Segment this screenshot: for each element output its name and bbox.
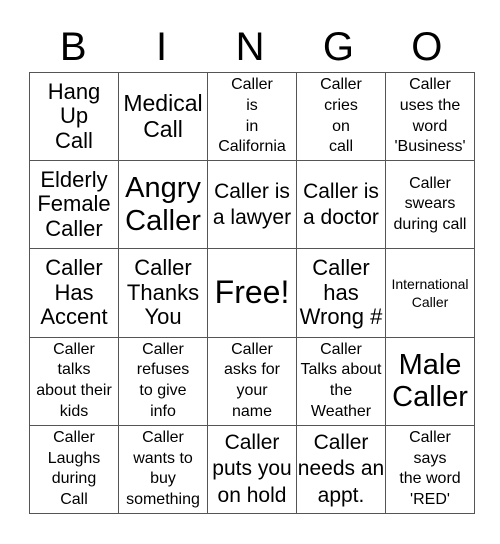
bingo-cell[interactable]: Caller talks about their kids	[29, 336, 119, 426]
bingo-cell[interactable]: Caller Has Accent	[29, 248, 119, 338]
bingo-cell[interactable]: Caller refuses to give info	[118, 336, 208, 426]
bingo-cell-text: Caller wants to buy something	[126, 428, 200, 509]
bingo-cell-text: Caller cries on call	[320, 76, 362, 156]
bingo-cell[interactable]: Caller needs an appt.	[296, 424, 386, 515]
bingo-cell-text: Caller Has Accent	[40, 255, 108, 330]
header-letter-i: I	[156, 25, 168, 69]
bingo-cell-text: Caller Laughs during Call	[47, 428, 101, 509]
bingo-cell[interactable]: Caller cries on call	[296, 71, 386, 162]
bingo-cell-text: Free!	[214, 274, 290, 311]
bingo-cell-text: Caller is a doctor	[303, 179, 379, 229]
grid-row: Elderly Female Caller Angry Caller Caller …	[29, 160, 475, 250]
grid-row: Caller Laughs during Call Caller wants to…	[29, 424, 475, 515]
bingo-cell-text: Caller needs an appt.	[297, 431, 385, 507]
bingo-cell-text: Caller Talks about the Weather	[300, 340, 382, 420]
grid-row: Caller Has Accent Caller Thanks You Free! C…	[29, 248, 475, 338]
bingo-cell-text: Medical Call	[123, 89, 203, 142]
bingo-cell[interactable]: Caller uses the word 'Business'	[385, 71, 475, 162]
bingo-cell[interactable]: Angry Caller	[118, 160, 208, 250]
bingo-cell-text: Caller has Wrong #	[299, 255, 383, 330]
bingo-cell-text: Caller swears during call	[393, 174, 467, 234]
bingo-cell-text: Caller talks about their kids	[36, 340, 112, 420]
bingo-cell[interactable]: International Caller	[385, 248, 475, 338]
bingo-cell[interactable]: Caller says the word 'RED'	[385, 424, 475, 515]
bingo-cell[interactable]: Caller asks for your name	[207, 336, 297, 426]
bingo-cell[interactable]: Male Caller	[385, 336, 475, 426]
bingo-cell[interactable]: Caller is a doctor	[296, 160, 386, 250]
grid-row: Hang Up Call Medical Call Caller is in Cal…	[29, 71, 475, 162]
bingo-cell[interactable]: Caller puts you on hold	[207, 424, 297, 515]
bingo-cell-text: Caller refuses to give info	[136, 340, 190, 420]
header-letter-b: B	[59, 25, 87, 69]
bingo-cell-text: Male Caller	[392, 348, 468, 414]
bingo-cell[interactable]: Caller is in California	[207, 71, 297, 162]
bingo-cell-text: Caller Thanks You	[126, 255, 200, 330]
bingo-cell-text: Caller is in California	[218, 76, 286, 156]
bingo-cell[interactable]: Caller wants to buy something	[118, 424, 208, 515]
bingo-cell[interactable]: Caller Laughs during Call	[29, 424, 119, 515]
bingo-cell-text: Caller is a lawyer	[212, 179, 292, 229]
bingo-cell[interactable]: Caller swears during call	[385, 160, 475, 250]
bingo-cell-text: International Caller	[391, 275, 469, 310]
header-letter-o: O	[411, 25, 443, 69]
bingo-cell[interactable]: Caller Talks about the Weather	[296, 336, 386, 426]
bingo-cell[interactable]: Caller is a lawyer	[207, 160, 297, 250]
bingo-cell-text: Angry Caller	[125, 172, 201, 237]
bingo-cell[interactable]: Caller Thanks You	[118, 248, 208, 338]
bingo-cell[interactable]: Elderly Female Caller	[29, 160, 119, 250]
bingo-cell[interactable]: Free!	[207, 248, 297, 338]
bingo-cell-text: Caller says the word 'RED'	[399, 428, 461, 509]
bingo-cell-text: Hang Up Call	[47, 78, 101, 153]
header-letter-n: N	[235, 25, 265, 69]
bingo-header: B I N G O	[29, 22, 471, 72]
bingo-cell[interactable]: Caller has Wrong #	[296, 248, 386, 338]
bingo-cell-text: Caller uses the word 'Business'	[394, 76, 466, 156]
grid-row: Caller talks about their kids Caller refu…	[29, 336, 475, 426]
bingo-cell-text: Caller puts you on hold	[212, 431, 292, 507]
bingo-cell[interactable]: Hang Up Call	[29, 71, 119, 162]
bingo-card-grid: Hang Up Call Medical Call Caller is in Cal…	[29, 71, 475, 515]
header-letter-g: G	[322, 25, 354, 69]
bingo-cell-text: Caller asks for your name	[223, 340, 280, 420]
bingo-cell-text: Elderly Female Caller	[37, 166, 111, 242]
bingo-cell[interactable]: Medical Call	[118, 71, 208, 162]
